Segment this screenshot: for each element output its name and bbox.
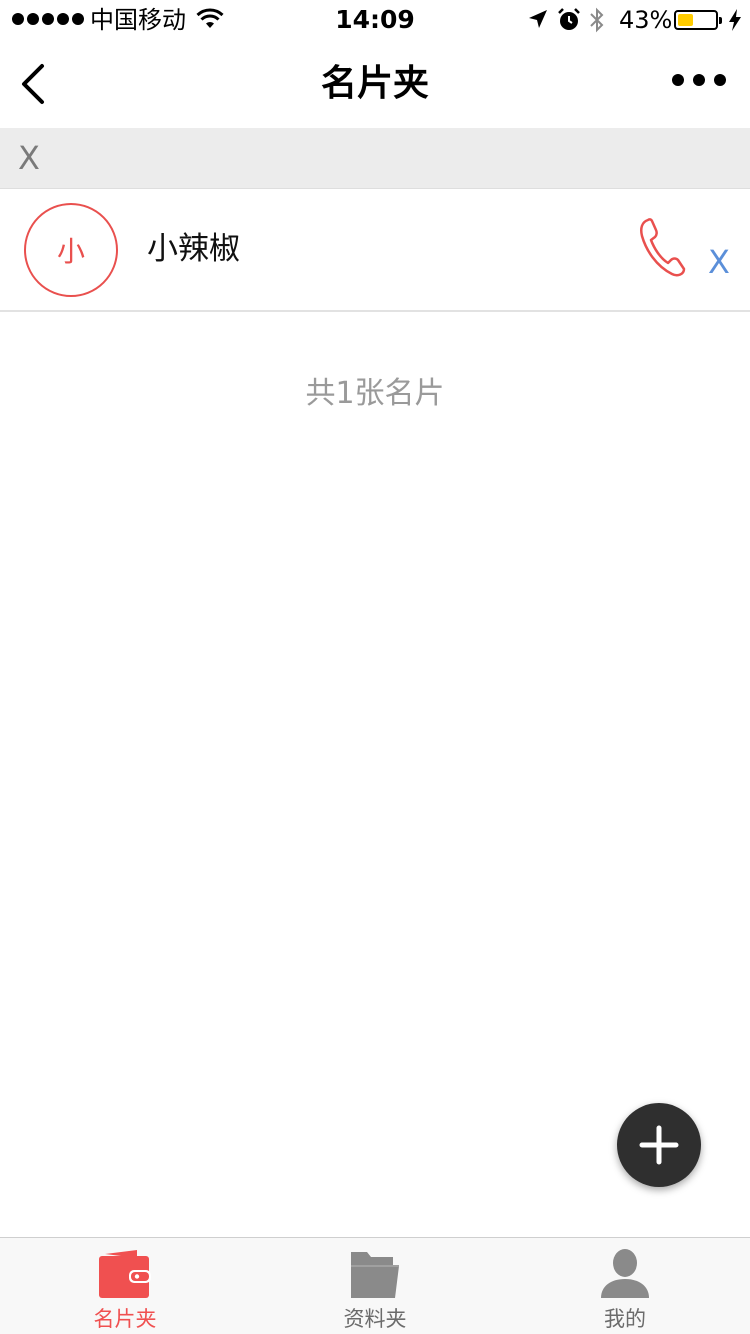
person-icon [601,1249,649,1298]
navigation-bar: 名片夹 [0,40,750,128]
delete-contact-button[interactable]: X [708,242,730,282]
tab-label-documents: 资料夹 [343,1307,407,1331]
location-arrow-icon [529,10,547,28]
bluetooth-icon [590,7,604,33]
search-bar: X [0,128,750,189]
avatar: 小 [24,203,118,297]
charging-bolt-icon [729,9,741,31]
clear-search-button[interactable]: X [18,138,40,178]
page-title: 名片夹 [320,63,429,104]
tab-bar: 名片夹 资料夹 我的 [0,1237,750,1334]
battery-icon [674,10,722,30]
card-count-label: 共1张名片 [305,376,445,411]
wallet-icon [99,1250,151,1298]
folder-icon [351,1252,399,1298]
more-options-icon[interactable] [672,74,726,86]
contact-card-row[interactable]: 小 小辣椒 X [0,190,750,312]
battery-percent: 43% [619,6,673,34]
tab-label-me: 我的 [604,1307,646,1331]
add-card-button[interactable] [617,1103,701,1187]
tab-me[interactable]: 我的 [500,1238,750,1334]
avatar-initial: 小 [56,235,85,268]
tab-documents[interactable]: 资料夹 [250,1238,500,1334]
contact-name: 小辣椒 [147,231,240,267]
phone-icon[interactable] [638,216,688,278]
tab-label-card-holder: 名片夹 [93,1307,157,1331]
plus-icon [639,1125,679,1165]
tab-card-holder[interactable]: 名片夹 [0,1238,250,1334]
status-bar: 中国移动 14:09 43% [0,0,750,40]
alarm-icon [558,8,580,30]
